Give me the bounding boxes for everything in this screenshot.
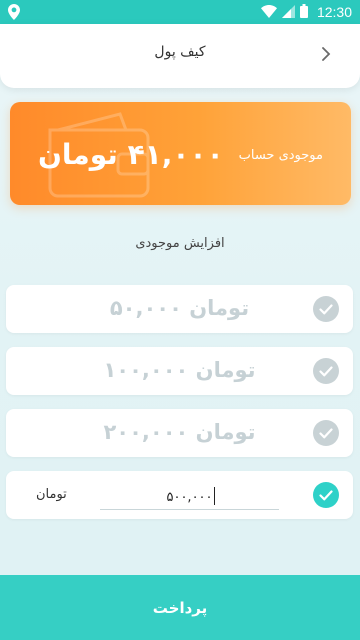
- text-cursor: [214, 487, 215, 505]
- battery-icon: [299, 3, 308, 22]
- check-icon: [313, 296, 339, 322]
- balance-amount: ۴۱,۰۰۰ تومان: [38, 138, 224, 171]
- balance-label: موجودی حساب: [238, 148, 323, 163]
- amount-option-200000[interactable]: ۲۰۰,۰۰۰ تومان: [6, 409, 353, 457]
- amount-option-100000[interactable]: ۱۰۰,۰۰۰ تومان: [6, 347, 353, 395]
- amount-option-label: ۵۰,۰۰۰ تومان: [109, 296, 250, 320]
- pay-button[interactable]: پرداخت: [0, 575, 360, 640]
- check-icon: [313, 420, 339, 446]
- back-button[interactable]: [316, 44, 336, 64]
- header: کیف پول: [0, 24, 360, 88]
- signal-icon: [281, 3, 295, 22]
- status-time: 12:30: [316, 4, 352, 20]
- chevron-right-icon: [322, 47, 331, 61]
- custom-amount-option[interactable]: تومان: [6, 471, 353, 519]
- status-bar: 12:30: [0, 0, 360, 24]
- amount-option-50000[interactable]: ۵۰,۰۰۰ تومان: [6, 285, 353, 333]
- custom-amount-input[interactable]: [100, 485, 279, 510]
- section-title: افزایش موجودی: [135, 236, 225, 251]
- wifi-icon: [260, 3, 277, 22]
- location-icon: [8, 4, 20, 24]
- amount-option-label: ۱۰۰,۰۰۰ تومان: [103, 358, 256, 382]
- custom-amount-unit: تومان: [36, 487, 67, 502]
- check-icon: [313, 482, 339, 508]
- page-title: کیف پول: [154, 44, 206, 60]
- amount-option-label: ۲۰۰,۰۰۰ تومان: [103, 420, 256, 444]
- balance-card: موجودی حساب ۴۱,۰۰۰ تومان: [10, 102, 351, 205]
- check-icon: [313, 358, 339, 384]
